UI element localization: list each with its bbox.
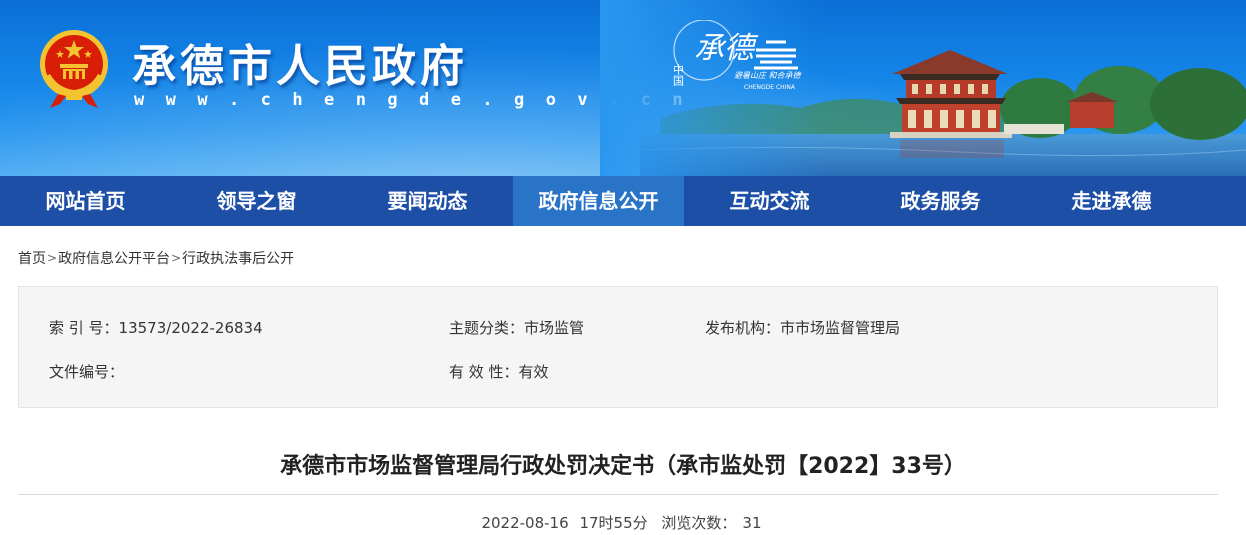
nav-item-home[interactable]: 网站首页 <box>0 176 171 226</box>
breadcrumb: 首页 > 政府信息公开平台 > 行政执法事后公开 <box>18 248 294 268</box>
nav-item-about-chengde[interactable]: 走进承德 <box>1026 176 1197 226</box>
nav-item-leaders[interactable]: 领导之窗 <box>171 176 342 226</box>
meta-validity-value: 有效 <box>518 363 549 381</box>
breadcrumb-separator: > <box>47 251 58 265</box>
meta-publisher-label: 发布机构： <box>705 319 781 337</box>
meta-doc-no: 文件编号： <box>49 361 124 382</box>
meta-publisher-value: 市市场监督管理局 <box>780 319 901 337</box>
article-date: 2022-08-16 <box>481 514 569 532</box>
meta-validity-label: 有 效 性： <box>449 363 519 381</box>
meta-doc-no-label: 文件编号： <box>49 363 125 381</box>
meta-topic-value: 市场监管 <box>524 319 585 337</box>
breadcrumb-gov-info-platform[interactable]: 政府信息公开平台 <box>58 248 170 268</box>
breadcrumb-separator: > <box>171 251 182 265</box>
article-views-count: 31 <box>742 514 762 532</box>
main-nav: 网站首页 领导之窗 要闻动态 政府信息公开 互动交流 政务服务 走进承德 <box>0 176 1246 226</box>
header-banner: 承德市人民政府 w w w . c h e n g d e . g o v . … <box>0 0 1246 176</box>
article-info: 2022-08-16 17时55分 浏览次数： 31 <box>0 512 1246 533</box>
nav-item-interaction[interactable]: 互动交流 <box>684 176 855 226</box>
title-divider <box>18 494 1218 495</box>
article-time: 17时55分 <box>579 514 648 532</box>
meta-publisher: 发布机构：市市场监督管理局 <box>705 317 900 338</box>
logo-slogan: 避暑山庄 和合承德 <box>734 71 803 80</box>
meta-topic: 主题分类：市场监管 <box>449 317 584 338</box>
meta-topic-label: 主题分类： <box>449 319 525 337</box>
meta-validity: 有 效 性：有效 <box>449 361 549 382</box>
document-meta-box: 索 引 号：13573/2022-26834 主题分类：市场监管 发布机构：市市… <box>18 286 1218 408</box>
article-views-label: 浏览次数： <box>661 514 737 532</box>
site-title: 承德市人民政府 <box>132 41 468 92</box>
logo-prefix: 中国 <box>672 64 685 87</box>
logo-english: CHENGDE CHINA <box>744 84 796 91</box>
nav-item-news[interactable]: 要闻动态 <box>342 176 513 226</box>
article-title: 承德市市场监督管理局行政处罚决定书（承市监处罚【2022】33号） <box>280 454 966 479</box>
national-emblem-icon <box>40 30 108 108</box>
meta-index-value: 13573/2022-26834 <box>118 319 263 337</box>
nav-item-services[interactable]: 政务服务 <box>855 176 1026 226</box>
meta-index: 索 引 号：13573/2022-26834 <box>49 317 263 338</box>
nav-item-gov-info[interactable]: 政府信息公开 <box>513 176 684 226</box>
breadcrumb-enforcement[interactable]: 行政执法事后公开 <box>182 248 294 268</box>
logo-name: 承德 <box>694 31 759 66</box>
meta-index-label: 索 引 号： <box>49 319 119 337</box>
chengde-city-logo: 中国 承德 避暑山庄 和合承德 CHENGDE CHINA <box>672 20 803 91</box>
breadcrumb-home[interactable]: 首页 <box>18 248 46 268</box>
article-views: 浏览次数： 31 <box>658 514 764 532</box>
